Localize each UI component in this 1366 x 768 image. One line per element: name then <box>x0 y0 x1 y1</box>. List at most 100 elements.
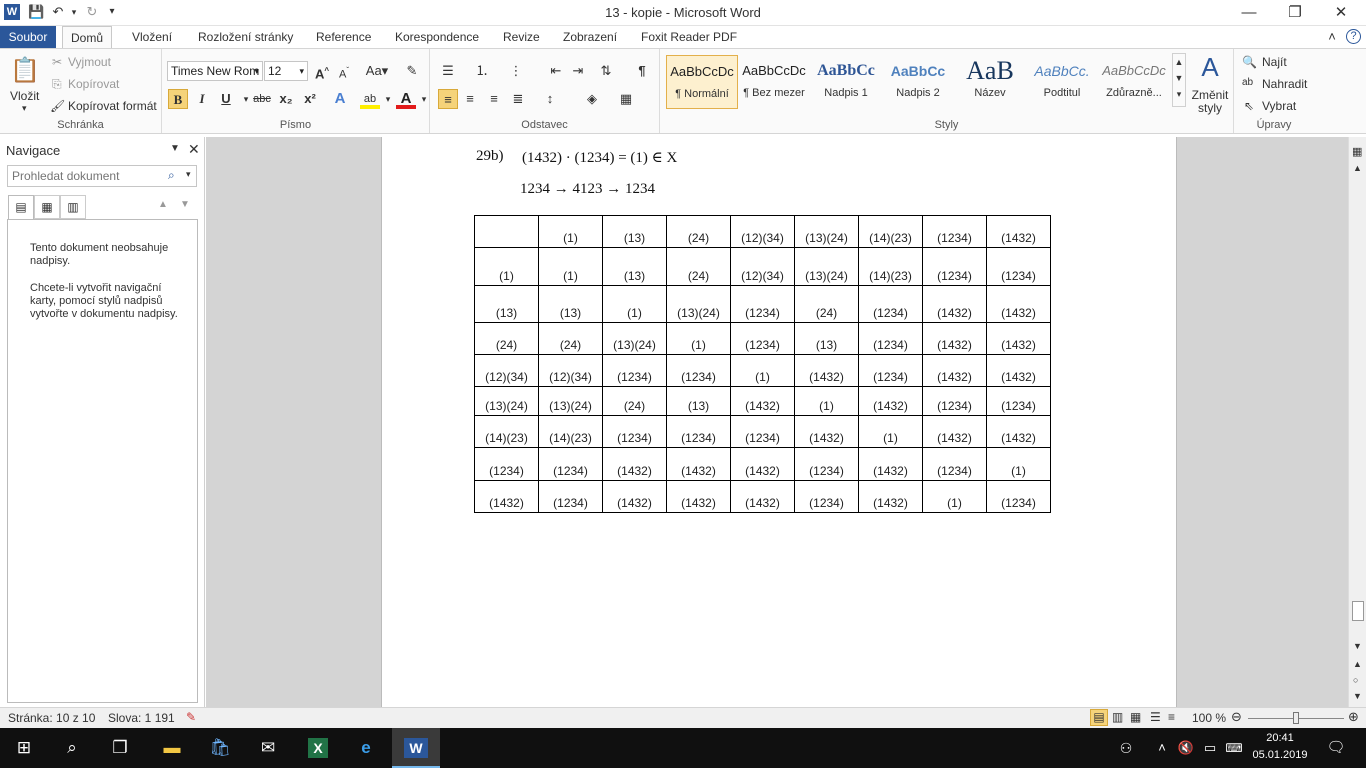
table-cell[interactable]: (13)(24) <box>794 247 859 286</box>
search-icon[interactable]: ⌕ <box>168 168 175 183</box>
table-cell[interactable]: (1432) <box>730 447 795 481</box>
table-cell[interactable]: (1234) <box>858 354 923 387</box>
superscript-button[interactable]: x² <box>300 89 320 109</box>
decrease-indent-icon[interactable]: ⇤ <box>546 61 566 81</box>
select-button[interactable]: Vybrat <box>1262 99 1296 113</box>
format-painter-button[interactable]: Kopírovat formát <box>68 99 157 113</box>
table-cell[interactable]: (1234) <box>986 480 1051 513</box>
tab-file[interactable]: Soubor <box>0 26 56 48</box>
table-cell[interactable]: (1234) <box>730 285 795 323</box>
font-size-combo[interactable]: 12 ▾ <box>264 61 308 81</box>
style-heading-1[interactable]: AaBbCc Nadpis 1 <box>810 55 882 109</box>
tab-mailings[interactable]: Korespondence <box>387 26 487 48</box>
format-painter-icon[interactable]: 🖌 <box>50 99 65 113</box>
task-view-icon[interactable]: ❐ <box>96 728 144 768</box>
numbering-icon[interactable]: ⒈ <box>472 61 492 81</box>
table-cell[interactable]: (1432) <box>474 480 539 513</box>
style-title[interactable]: AaB Název <box>954 55 1026 109</box>
find-button[interactable]: Najít <box>1262 55 1287 69</box>
table-cell[interactable]: (1432) <box>666 447 731 481</box>
table-cell[interactable]: (1234) <box>538 447 603 481</box>
zoom-out-icon[interactable]: ⊖ <box>1231 709 1242 725</box>
people-icon[interactable]: ⚇ <box>1106 728 1146 768</box>
volume-icon[interactable]: 🔇 <box>1174 728 1198 768</box>
align-left-icon[interactable]: ≡ <box>438 89 458 109</box>
style-heading-2[interactable]: AaBbCc Nadpis 2 <box>882 55 954 109</box>
scroll-down-icon[interactable]: ▼ <box>1353 641 1362 651</box>
style-subtitle[interactable]: AaBbCc. Podtitul <box>1026 55 1098 109</box>
word-taskbar-icon[interactable]: W <box>392 728 440 768</box>
word-count[interactable]: Slova: 1 191 <box>108 711 175 725</box>
table-cell[interactable]: (12)(34) <box>538 354 603 387</box>
table-cell[interactable]: (1432) <box>922 285 987 323</box>
borders-icon[interactable]: ▦ <box>616 89 636 109</box>
table-cell[interactable]: (1234) <box>730 415 795 448</box>
table-cell[interactable]: (13) <box>474 285 539 323</box>
cayley-table[interactable]: (1) (13) (24) (12)(34) (13)(24) (14)(23) (1234… <box>474 215 1051 513</box>
show-marks-icon[interactable]: ¶ <box>632 61 652 81</box>
shading-icon[interactable]: ◈ <box>582 89 602 109</box>
table-cell[interactable]: (1234) <box>986 247 1051 286</box>
strikethrough-button[interactable]: abc <box>250 89 274 109</box>
edge-icon[interactable]: e <box>342 728 390 768</box>
table-cell[interactable]: (1432) <box>602 480 667 513</box>
table-cell[interactable]: (13) <box>794 322 859 355</box>
search-options-icon[interactable]: ▾ <box>186 169 191 180</box>
italic-button[interactable]: I <box>192 89 212 109</box>
table-cell[interactable]: (1234) <box>474 447 539 481</box>
table-cell[interactable]: (1) <box>538 247 603 286</box>
nav-options-icon[interactable]: ▼ <box>170 143 180 154</box>
change-case-icon[interactable]: Aa▾ <box>364 61 390 81</box>
change-styles-button[interactable]: Změnit styly <box>1190 89 1230 115</box>
table-cell[interactable]: (1432) <box>986 354 1051 387</box>
table-cell[interactable]: (1) <box>858 415 923 448</box>
table-cell[interactable]: (1432) <box>602 447 667 481</box>
tab-review[interactable]: Revize <box>495 26 548 48</box>
table-cell[interactable]: (1) <box>730 354 795 387</box>
search-icon[interactable]: ⌕ <box>48 728 96 768</box>
table-cell[interactable]: (1234) <box>858 322 923 355</box>
table-cell[interactable]: (13) <box>602 247 667 286</box>
table-cell[interactable] <box>474 215 539 248</box>
table-cell[interactable]: (1234) <box>922 447 987 481</box>
tab-view[interactable]: Zobrazení <box>555 26 625 48</box>
table-cell[interactable]: (1234) <box>986 386 1051 416</box>
table-cell[interactable]: (14)(23) <box>858 247 923 286</box>
grow-font-icon[interactable]: A^ <box>312 61 332 81</box>
table-cell[interactable]: (13) <box>538 285 603 323</box>
browse-object-icon[interactable]: ○ <box>1353 675 1358 685</box>
table-cell[interactable]: (24) <box>794 285 859 323</box>
table-cell[interactable]: (1234) <box>602 354 667 387</box>
table-cell[interactable]: (1432) <box>858 480 923 513</box>
show-hidden-icons[interactable]: ˄ <box>1150 728 1174 768</box>
bold-button[interactable]: B <box>168 89 188 109</box>
table-cell[interactable]: (1432) <box>730 480 795 513</box>
shrink-font-icon[interactable]: Aˇ <box>334 61 354 81</box>
style-emphasis[interactable]: AaBbCcDc Zdůrazně... <box>1098 55 1170 109</box>
highlight-dropdown-icon[interactable]: ▾ <box>378 89 398 109</box>
table-cell[interactable]: (1234) <box>922 386 987 416</box>
align-right-icon[interactable]: ≡ <box>484 89 504 109</box>
next-page-icon[interactable]: ▼ <box>1353 691 1362 701</box>
table-cell[interactable]: (1432) <box>666 480 731 513</box>
table-cell[interactable]: (1234) <box>922 247 987 286</box>
highlight-icon[interactable]: ab <box>360 89 380 109</box>
style-no-spacing[interactable]: AaBbCcDc ¶ Bez mezer <box>738 55 810 109</box>
table-cell[interactable]: (13) <box>602 215 667 248</box>
underline-button[interactable]: U <box>216 89 236 109</box>
table-cell[interactable]: (24) <box>474 322 539 355</box>
tab-references[interactable]: Reference <box>308 26 379 48</box>
file-explorer-icon[interactable]: ▬ <box>148 728 196 768</box>
copy-icon[interactable]: ⎘ <box>52 77 62 92</box>
styles-scroll[interactable]: ▲ ▼ ▾ <box>1172 53 1186 107</box>
table-cell[interactable]: (1234) <box>794 480 859 513</box>
table-cell[interactable]: (13)(24) <box>666 285 731 323</box>
paste-icon[interactable]: 📋 <box>10 55 40 87</box>
table-cell[interactable]: (14)(23) <box>538 415 603 448</box>
table-cell[interactable]: (1432) <box>922 322 987 355</box>
network-icon[interactable]: ▭ <box>1198 728 1222 768</box>
table-cell[interactable]: (1) <box>474 247 539 286</box>
restore-icon[interactable]: ❐ <box>1272 0 1318 26</box>
outline-icon[interactable]: ☰ <box>1150 710 1161 724</box>
table-cell[interactable]: (1432) <box>986 415 1051 448</box>
